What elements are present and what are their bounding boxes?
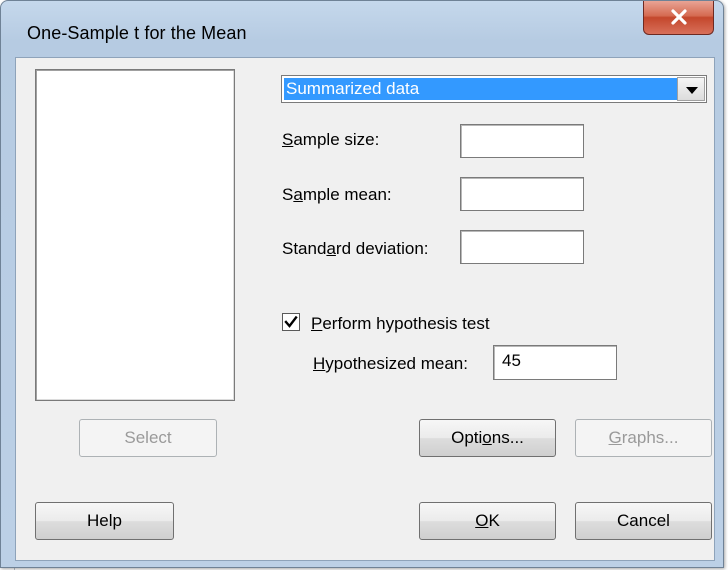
options-button[interactable]: Options... [419,419,556,457]
check-icon [284,315,298,328]
close-icon [671,9,687,25]
std-dev-field[interactable] [460,230,584,264]
sample-mean-field[interactable] [460,177,584,211]
sample-size-label: Sample size: [282,130,380,149]
dropdown-button[interactable] [677,77,705,101]
cancel-button[interactable]: Cancel [575,502,712,540]
close-button[interactable] [643,1,714,35]
ok-button[interactable]: OK [419,502,556,540]
sample-size-field[interactable] [460,124,584,158]
hypothesis-test-label[interactable]: Perform hypothesis test [311,314,490,334]
std-dev-label: Standard deviation: [282,239,429,258]
window-title: One-Sample t for the Mean [27,23,247,43]
variables-listbox[interactable] [35,69,235,401]
hypothesized-mean-label: Hypothesized mean: [313,354,468,373]
select-button[interactable]: Select [79,419,217,457]
help-button[interactable]: Help [35,502,174,540]
title-bar[interactable]: One-Sample t for the Mean [1,1,723,57]
hypothesized-mean-field[interactable]: 45 [493,345,617,380]
hypothesis-test-checkbox[interactable] [282,313,300,331]
graphs-button[interactable]: Graphs... [575,419,712,457]
data-source-selected: Summarized data [284,78,677,100]
sample-mean-label: Sample mean: [282,185,392,204]
data-source-dropdown[interactable]: Summarized data [281,75,707,103]
chevron-down-icon [686,87,698,94]
